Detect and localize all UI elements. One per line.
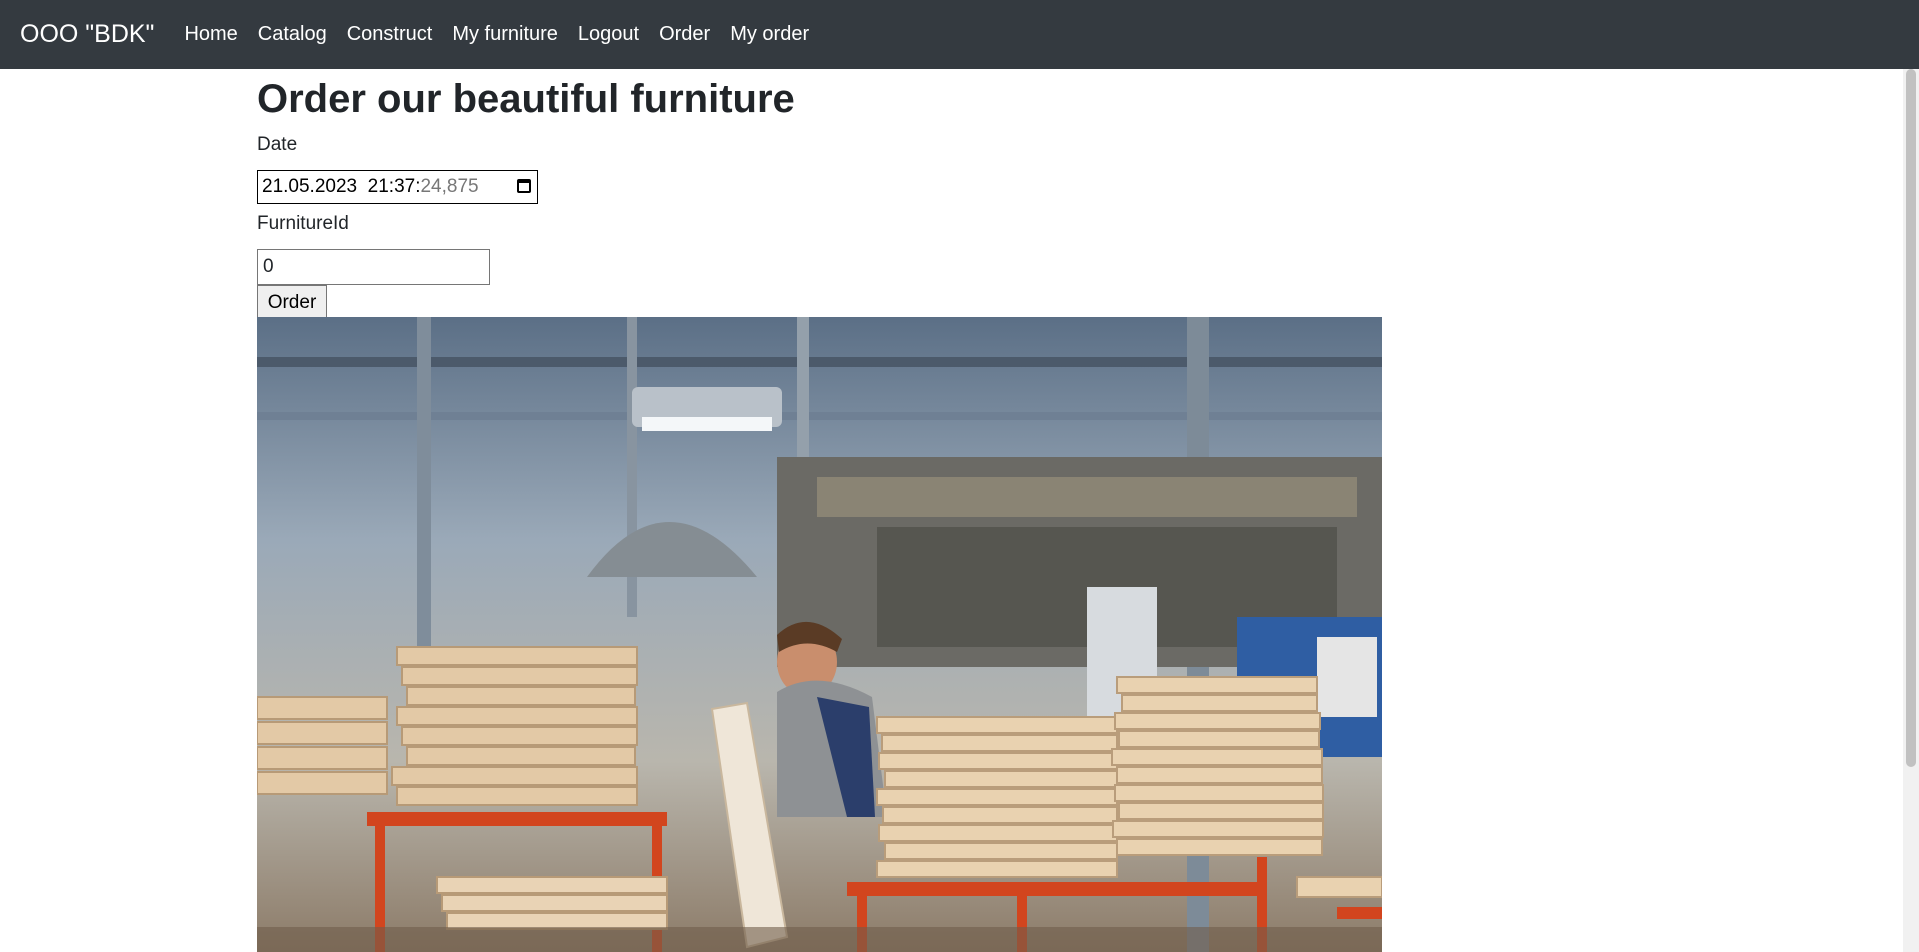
navbar: OOO "BDK" Home Catalog Construct My furn… (0, 0, 1919, 69)
nav-my-order[interactable]: My order (730, 23, 809, 46)
date-value: 21.05.2023 21:37: (262, 176, 421, 197)
nav-catalog[interactable]: Catalog (258, 23, 327, 46)
furniture-id-label: FurnitureId (257, 213, 349, 234)
order-button[interactable]: Order (257, 285, 327, 321)
factory-photo-illustration (257, 317, 1382, 952)
nav-order[interactable]: Order (659, 23, 710, 46)
nav-construct[interactable]: Construct (347, 23, 433, 46)
nav-my-furniture[interactable]: My furniture (452, 23, 558, 46)
page-title: Order our beautiful furniture (257, 77, 795, 121)
vertical-scrollbar[interactable] (1903, 69, 1919, 952)
furniture-factory-photo (257, 317, 1382, 952)
date-label: Date (257, 134, 298, 155)
date-value-ms: 24,875 (420, 176, 479, 197)
furniture-id-input[interactable]: 0 (257, 249, 490, 285)
scrollbar-thumb[interactable] (1906, 69, 1916, 767)
nav-logout[interactable]: Logout (578, 23, 639, 46)
date-input[interactable]: 21.05.2023 21:37: 24,875 (257, 170, 538, 204)
order-form: Order our beautiful furniture Date 21.05… (257, 69, 795, 321)
nav-home[interactable]: Home (184, 23, 237, 46)
calendar-icon[interactable] (517, 179, 531, 193)
brand-logo[interactable]: OOO "BDK" (20, 20, 154, 49)
nav-links: Home Catalog Construct My furniture Logo… (174, 23, 819, 46)
